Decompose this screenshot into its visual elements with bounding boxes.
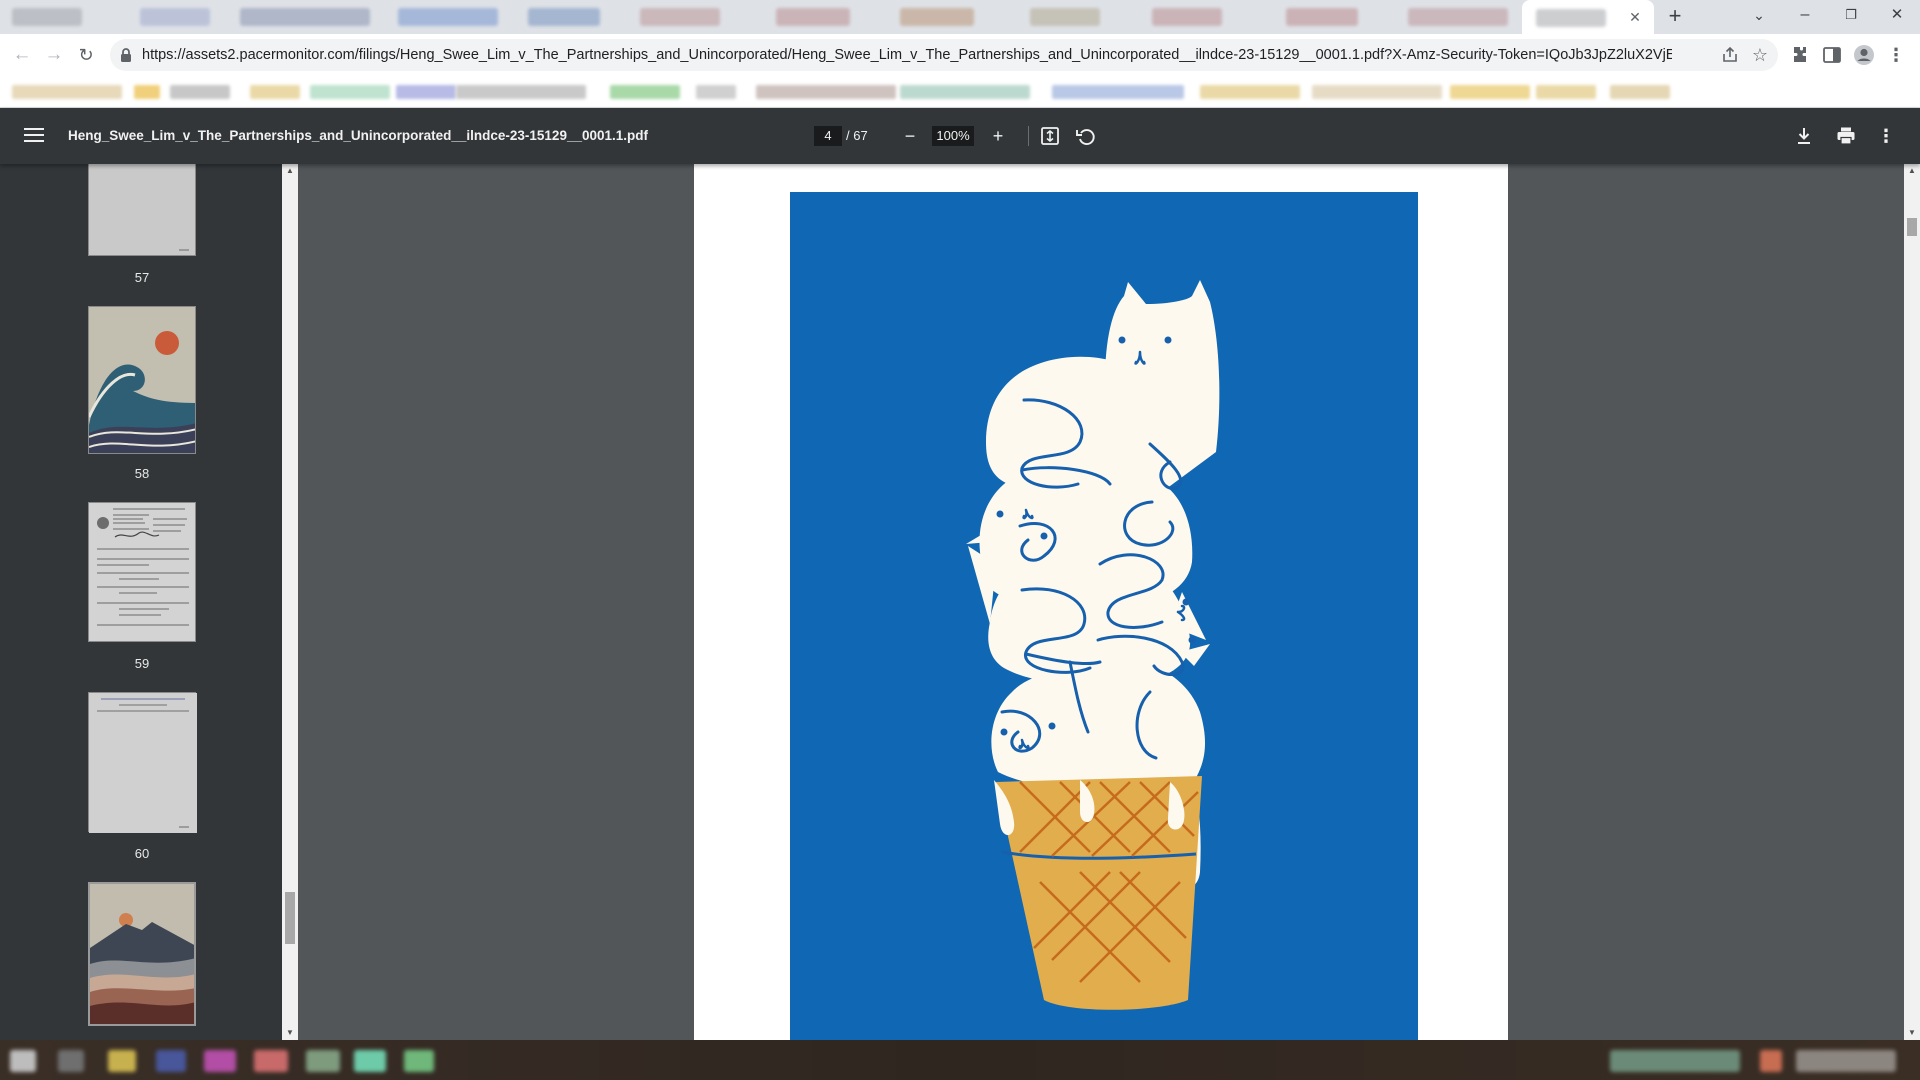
system-tray-icon[interactable] [1760, 1050, 1782, 1072]
cat-ice-cream-illustration [790, 192, 1418, 1040]
page-thumbnail[interactable] [88, 692, 197, 833]
viewer-scroll-thumb[interactable] [1907, 218, 1917, 236]
bookmark-item[interactable] [456, 85, 586, 99]
taskbar-icon[interactable] [254, 1050, 288, 1072]
bookmark-item[interactable] [1312, 85, 1442, 99]
puzzle-icon[interactable] [1788, 43, 1812, 67]
minimize-icon[interactable]: – [1782, 0, 1828, 30]
pdf-viewer[interactable] [298, 164, 1904, 1040]
page-thumbnail[interactable] [88, 882, 196, 1026]
bookmark-item[interactable] [12, 85, 122, 99]
lock-icon[interactable] [118, 47, 134, 63]
new-tab-button[interactable]: + [1662, 4, 1688, 30]
tab-search-icon[interactable]: ⌄ [1736, 0, 1782, 30]
toolbar-divider [1028, 126, 1029, 146]
tab-blurred[interactable] [900, 8, 974, 26]
restore-icon[interactable]: ❐ [1828, 0, 1874, 30]
scroll-up-icon[interactable]: ▲ [282, 164, 298, 178]
fit-page-icon[interactable] [1038, 124, 1062, 148]
tab-blurred[interactable] [528, 8, 600, 26]
document-title: Heng_Swee_Lim_v_The_Partnerships_and_Uni… [68, 128, 648, 143]
clock[interactable] [1796, 1050, 1896, 1072]
scroll-down-icon[interactable]: ▼ [1904, 1026, 1920, 1040]
thumbnail-label: 58 [134, 466, 150, 481]
thumbnail-label: 59 [134, 656, 150, 671]
browser-toolbar: ← → ↻ https://assets2.pacermonitor.com/f… [0, 34, 1920, 76]
hamburger-menu-icon[interactable] [22, 124, 46, 148]
download-icon[interactable] [1792, 124, 1816, 148]
scroll-up-icon[interactable]: ▲ [1904, 164, 1920, 178]
page-number-input[interactable]: 4 [814, 126, 842, 146]
profile-icon[interactable] [1852, 43, 1876, 67]
sidebar-scroll-thumb[interactable] [285, 892, 295, 944]
side-panel-icon[interactable] [1820, 43, 1844, 67]
zoom-level-input[interactable]: 100% [932, 126, 974, 146]
tab-close-icon[interactable]: ✕ [1624, 6, 1646, 28]
taskbar-icon[interactable] [156, 1050, 186, 1072]
url-text[interactable]: https://assets2.pacermonitor.com/filings… [142, 39, 1672, 71]
tab-blurred[interactable] [640, 8, 720, 26]
sidebar-scrollbar[interactable]: ▲ ▼ [282, 164, 298, 1040]
thumbnail-sidebar: 57 58 59 60 [0, 164, 282, 1040]
kebab-menu-icon[interactable]: ⋮ [1884, 43, 1908, 67]
system-tray[interactable] [1610, 1050, 1740, 1072]
page-total: / 67 [846, 128, 868, 143]
taskbar-icon[interactable] [354, 1050, 386, 1072]
bookmark-item[interactable] [170, 85, 230, 99]
active-tab-title [1536, 9, 1606, 27]
print-icon[interactable] [1834, 124, 1858, 148]
bookmark-item[interactable] [396, 85, 456, 99]
tab-blurred[interactable] [398, 8, 498, 26]
taskbar-icon[interactable] [404, 1050, 434, 1072]
bookmark-item[interactable] [610, 85, 680, 99]
tab-blurred[interactable] [140, 8, 210, 26]
back-arrow-icon[interactable]: ← [8, 41, 36, 69]
bookmark-item[interactable] [1536, 85, 1596, 99]
bookmark-item[interactable] [756, 85, 896, 99]
star-icon[interactable]: ☆ [1750, 45, 1770, 65]
reload-icon[interactable]: ↻ [72, 41, 100, 69]
bookmark-item[interactable] [1450, 85, 1530, 99]
bookmark-item[interactable] [250, 85, 300, 99]
page-thumbnail[interactable] [88, 502, 196, 642]
taskbar-icon[interactable] [108, 1050, 136, 1072]
pdf-toolbar: Heng_Swee_Lim_v_The_Partnerships_and_Uni… [0, 108, 1920, 164]
bookmark-item[interactable] [1610, 85, 1670, 99]
tab-blurred[interactable] [240, 8, 370, 26]
taskbar-icon[interactable] [306, 1050, 340, 1072]
thumbnail-label: 57 [134, 270, 150, 285]
tab-blurred[interactable] [1030, 8, 1100, 26]
bookmark-item[interactable] [310, 85, 390, 99]
zoom-out-button[interactable]: − [898, 124, 922, 148]
tab-blurred[interactable] [1408, 8, 1508, 26]
taskbar-icon[interactable] [204, 1050, 236, 1072]
viewer-scrollbar[interactable]: ▲ ▼ [1904, 164, 1920, 1040]
bookmark-item[interactable] [900, 85, 1030, 99]
bookmarks-bar [0, 76, 1920, 108]
page-thumbnail[interactable] [88, 306, 196, 454]
scroll-down-icon[interactable]: ▼ [282, 1026, 298, 1040]
close-window-icon[interactable]: ✕ [1874, 0, 1920, 30]
thumbnail-label: 60 [134, 846, 150, 861]
tab-blurred[interactable] [776, 8, 850, 26]
tab-blurred[interactable] [12, 8, 82, 26]
bookmark-item[interactable] [134, 85, 160, 99]
pdf-page [694, 164, 1508, 1040]
taskbar [0, 1040, 1920, 1080]
bookmark-item[interactable] [1052, 85, 1184, 99]
forward-arrow-icon[interactable]: → [40, 41, 68, 69]
zoom-in-button[interactable]: + [986, 124, 1010, 148]
bookmark-item[interactable] [1200, 85, 1300, 99]
page-thumbnail[interactable] [88, 164, 196, 256]
share-icon[interactable] [1720, 45, 1740, 65]
taskbar-icon[interactable] [58, 1050, 84, 1072]
bookmark-item[interactable] [696, 85, 736, 99]
more-actions-icon[interactable]: ⋮ [1874, 124, 1898, 148]
tab-blurred[interactable] [1152, 8, 1222, 26]
rotate-icon[interactable] [1074, 124, 1098, 148]
tab-blurred[interactable] [1286, 8, 1358, 26]
address-bar[interactable]: https://assets2.pacermonitor.com/filings… [110, 39, 1778, 71]
taskbar-icon[interactable] [10, 1050, 36, 1072]
tab-strip: ✕ + ⌄ – ❐ ✕ [0, 0, 1920, 34]
